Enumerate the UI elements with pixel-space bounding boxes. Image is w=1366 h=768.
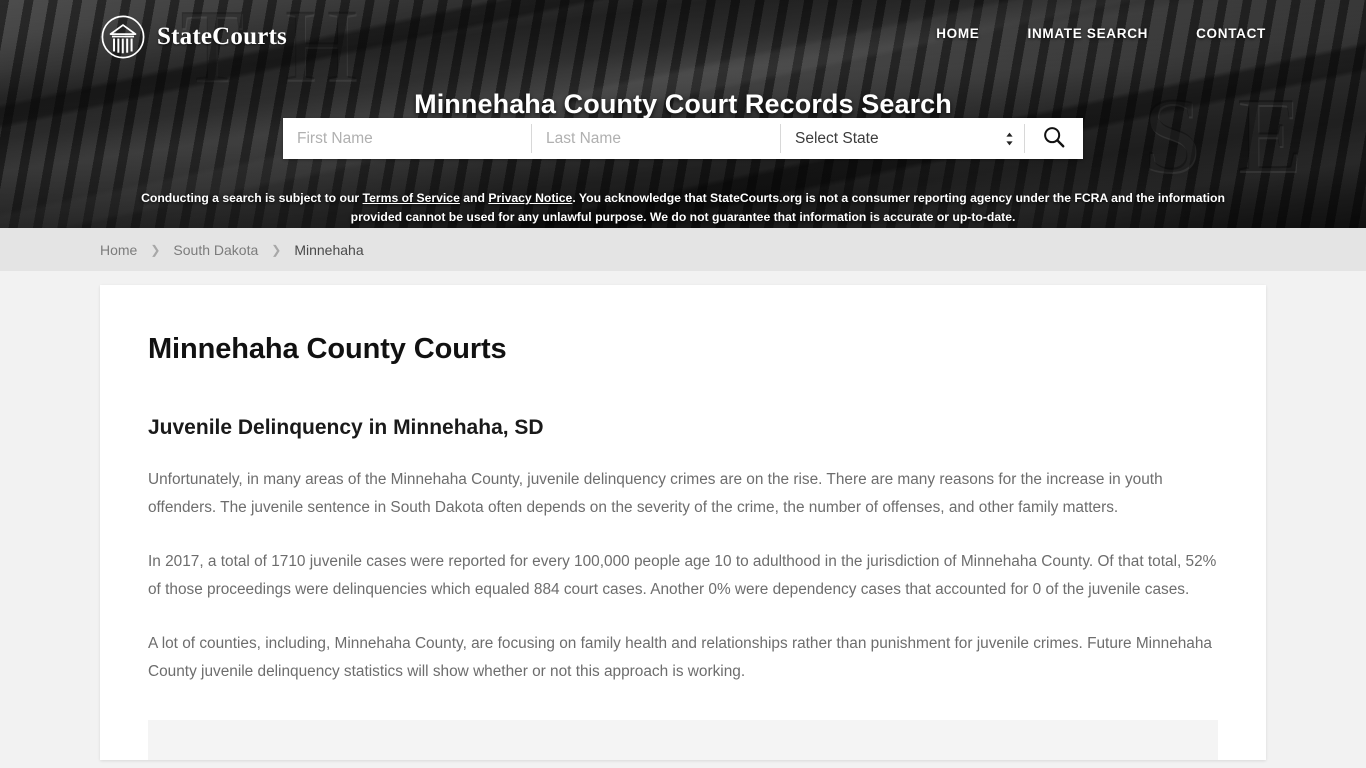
records-search-form: Select State xyxy=(283,118,1083,159)
disclaimer-part-2: and xyxy=(459,191,489,206)
site-logo-text: StateCourts xyxy=(157,23,287,50)
section-heading-juvenile-delinquency: Juvenile Delinquency in Minnehaha, SD xyxy=(148,416,544,439)
nav-item-inmate-search[interactable]: INMATE SEARCH xyxy=(1028,26,1149,41)
hero-title: Minnehaha County Court Records Search xyxy=(414,89,952,120)
page-body: Minnehaha County Courts Juvenile Delinqu… xyxy=(0,285,1366,760)
privacy-notice-link[interactable]: Privacy Notice xyxy=(488,191,572,205)
state-select[interactable]: Select State xyxy=(781,118,1024,159)
paragraph-intro: Unfortunately, in many areas of the Minn… xyxy=(148,471,1163,516)
content-card: Minnehaha County Courts Juvenile Delinqu… xyxy=(100,285,1266,760)
terms-of-service-link[interactable]: Terms of Service xyxy=(363,191,460,205)
paragraph-outlook: A lot of counties, including, Minnehaha … xyxy=(148,635,1212,680)
page-title: Minnehaha County Courts xyxy=(148,333,507,365)
nav-item-contact[interactable]: CONTACT xyxy=(1196,26,1266,41)
first-name-input[interactable] xyxy=(283,118,531,159)
nav-item-home[interactable]: HOME xyxy=(936,26,979,41)
breadcrumb: Home ❯ South Dakota ❯ Minnehaha xyxy=(100,242,364,258)
magnifier-icon xyxy=(1042,125,1066,152)
state-select-wrapper: Select State xyxy=(781,118,1024,159)
breadcrumb-bar: Home ❯ South Dakota ❯ Minnehaha xyxy=(0,228,1366,271)
site-header-hero: TH SE StateCourts HOME INMATE S xyxy=(0,0,1366,228)
breadcrumb-item-south-dakota[interactable]: South Dakota xyxy=(173,242,258,258)
disclaimer-part-1: Conducting a search is subject to our xyxy=(141,191,363,206)
primary-navigation: HOME INMATE SEARCH CONTACT xyxy=(936,26,1266,41)
search-button[interactable] xyxy=(1025,118,1083,159)
site-logo-link[interactable]: StateCourts xyxy=(100,14,287,60)
last-name-input[interactable] xyxy=(532,118,780,159)
breadcrumb-item-home[interactable]: Home xyxy=(100,242,137,258)
breadcrumb-separator-icon: ❯ xyxy=(271,242,282,257)
search-disclaimer: Conducting a search is subject to our Te… xyxy=(120,189,1246,227)
breadcrumb-separator-icon: ❯ xyxy=(150,242,161,257)
statistics-panel xyxy=(148,720,1218,760)
paragraph-statistics: In 2017, a total of 1710 juvenile cases … xyxy=(148,553,1217,598)
courthouse-circle-logo-icon xyxy=(100,14,146,60)
breadcrumb-item-minnehaha: Minnehaha xyxy=(294,241,364,258)
